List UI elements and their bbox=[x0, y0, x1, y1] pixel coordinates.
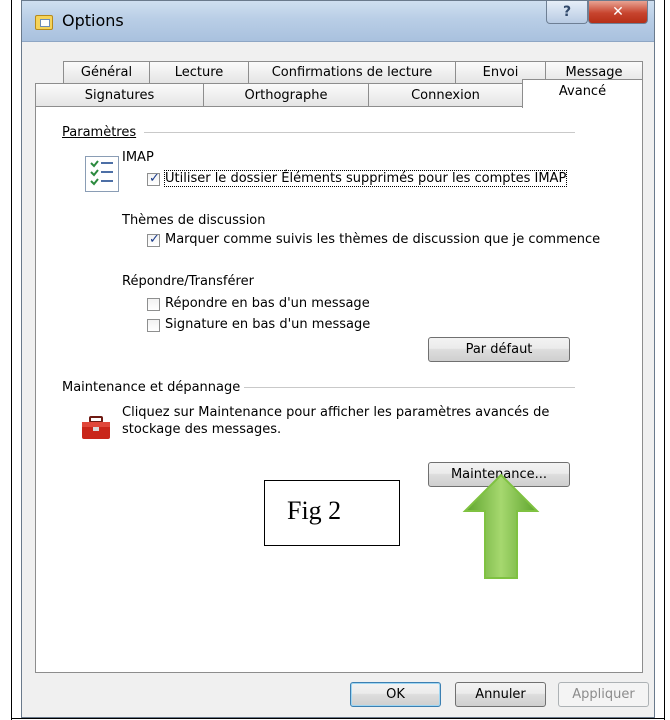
tab-read-receipts[interactable]: Confirmations de lecture bbox=[248, 61, 456, 83]
tab-connection-label: Connexion bbox=[411, 88, 480, 103]
close-icon: ✕ bbox=[612, 4, 624, 20]
settings-group-label: Paramètres bbox=[62, 125, 137, 140]
tab-lecture[interactable]: Lecture bbox=[149, 61, 249, 83]
app-folder-icon bbox=[35, 15, 53, 30]
tab-lecture-label: Lecture bbox=[174, 65, 224, 80]
toolbox-icon bbox=[81, 415, 111, 445]
question-mark-icon: ? bbox=[562, 4, 572, 20]
signature-bottom-checkbox[interactable] bbox=[147, 319, 160, 332]
ok-button[interactable]: OK bbox=[350, 682, 441, 707]
tab-advanced-label: Avancé bbox=[558, 84, 607, 99]
use-deleted-items-checkbox[interactable] bbox=[147, 171, 160, 186]
restore-defaults-button[interactable]: Par défaut bbox=[428, 337, 570, 362]
tab-signatures-label: Signatures bbox=[84, 88, 155, 103]
maintenance-group-divider bbox=[244, 387, 575, 388]
tab-read-receipts-label: Confirmations de lecture bbox=[271, 65, 433, 80]
tab-general[interactable]: Général bbox=[63, 61, 150, 83]
maintenance-description-line2: stockage des messages. bbox=[122, 422, 282, 437]
tab-message-label: Message bbox=[565, 65, 623, 80]
watch-threads-checkbox[interactable] bbox=[147, 232, 160, 247]
help-button[interactable]: ? bbox=[546, 1, 588, 24]
watch-threads-label[interactable]: Marquer comme suivis les thèmes de discu… bbox=[165, 232, 600, 247]
tab-spelling-label: Orthographe bbox=[244, 88, 328, 103]
threads-heading: Thèmes de discussion bbox=[122, 213, 266, 228]
window-title: Options bbox=[62, 11, 124, 30]
tab-spelling[interactable]: Orthographe bbox=[203, 83, 369, 107]
use-deleted-items-label[interactable]: Utiliser le dossier Éléments supprimés p… bbox=[163, 170, 568, 187]
reply-bottom-checkbox[interactable] bbox=[147, 298, 160, 311]
checklist-icon bbox=[85, 156, 119, 192]
tab-connection[interactable]: Connexion bbox=[368, 83, 523, 107]
page-border-right bbox=[664, 0, 665, 720]
reply-forward-heading: Répondre/Transférer bbox=[122, 274, 254, 289]
tab-general-label: Général bbox=[80, 65, 133, 80]
imap-heading: IMAP bbox=[122, 150, 154, 165]
signature-bottom-label[interactable]: Signature en bas d'un message bbox=[165, 317, 370, 332]
reply-bottom-label[interactable]: Répondre en bas d'un message bbox=[165, 296, 370, 311]
figure-caption: Fig 2 bbox=[287, 496, 342, 525]
cancel-button[interactable]: Annuler bbox=[455, 682, 546, 707]
title-bar: Options ? ✕ bbox=[22, 1, 654, 42]
options-dialog: Options ? ✕ Général Lecture Confirmation… bbox=[21, 0, 655, 718]
tab-advanced[interactable]: Avancé bbox=[522, 79, 643, 108]
maintenance-group-label: Maintenance et dépannage bbox=[62, 380, 241, 395]
close-button[interactable]: ✕ bbox=[588, 1, 648, 24]
apply-button[interactable]: Appliquer bbox=[558, 682, 649, 707]
maintenance-description-line1: Cliquez sur Maintenance pour afficher le… bbox=[122, 405, 550, 420]
page-border-bottom bbox=[11, 718, 665, 719]
tab-signatures[interactable]: Signatures bbox=[35, 83, 204, 107]
up-arrow-icon bbox=[462, 473, 540, 579]
page-border-left bbox=[11, 0, 12, 720]
tab-send-label: Envoi bbox=[482, 65, 519, 80]
settings-group-divider bbox=[144, 132, 575, 133]
figure-caption-box: Fig 2 bbox=[264, 480, 400, 546]
